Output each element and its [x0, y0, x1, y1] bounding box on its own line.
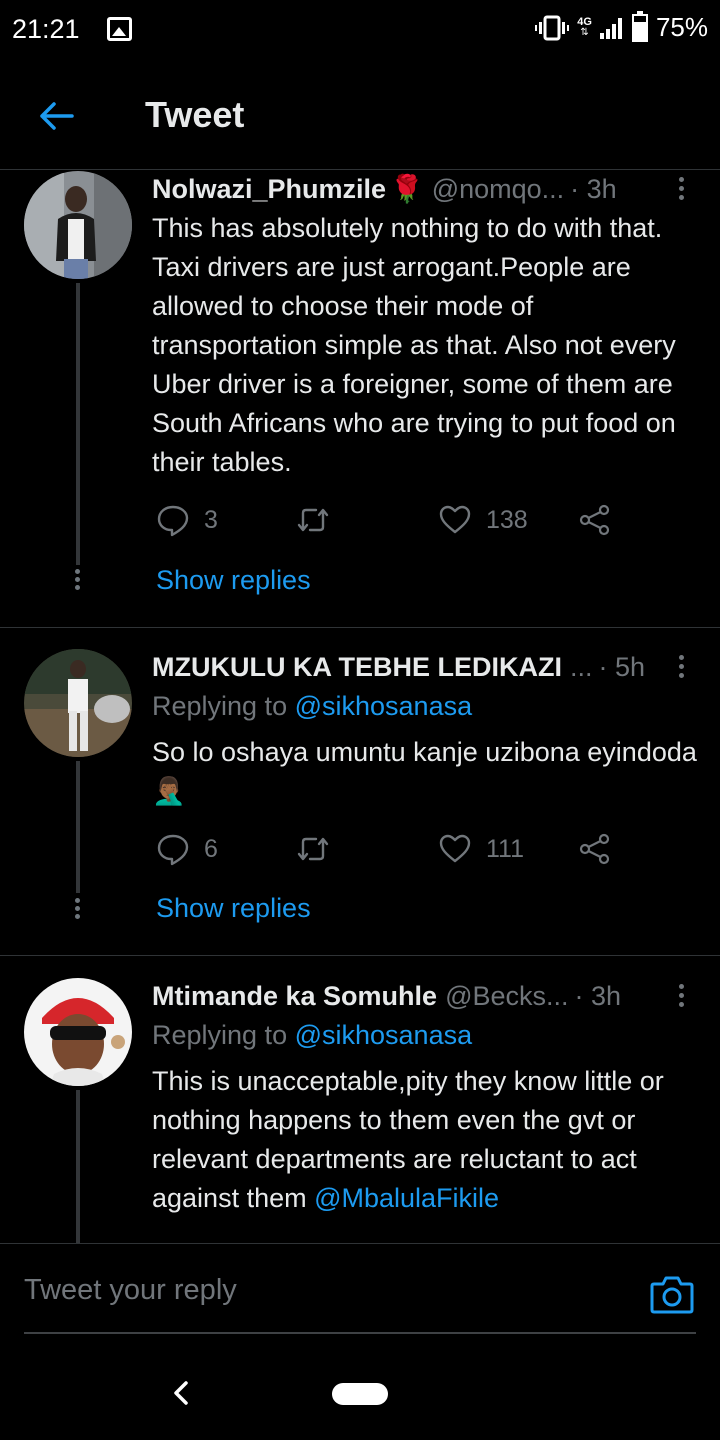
thread-dots [75, 898, 81, 920]
like-button[interactable]: 111 [438, 829, 524, 869]
reply-button[interactable]: 6 [156, 829, 218, 869]
thread-line [76, 1090, 80, 1243]
divider [0, 955, 720, 956]
battery-fill [633, 21, 646, 40]
like-count: 138 [486, 505, 528, 534]
reply-count: 3 [204, 505, 218, 534]
tweet-mention[interactable]: @MbalulaFikile [314, 1183, 499, 1213]
tweet-text: So lo oshaya umuntu kanje uzibona eyindo… [152, 733, 702, 811]
camera-button[interactable] [650, 1274, 694, 1314]
tweet-text: This has absolutely nothing to do with t… [152, 209, 702, 482]
tweet-actions: 6 111 [152, 829, 622, 869]
reply-composer: Tweet your reply [0, 1243, 720, 1353]
vibrate-icon [535, 15, 570, 40]
thread-line [76, 283, 80, 565]
page-title: Tweet [145, 94, 245, 135]
show-replies-link[interactable]: Show replies [156, 893, 311, 924]
tweet-time: · 3h [570, 173, 617, 204]
tweet-text: This is unacceptable,pity they know litt… [152, 1062, 702, 1218]
retweet-icon [297, 508, 329, 532]
more-options-icon[interactable] [666, 173, 696, 203]
reply-tweet[interactable]: MZUKULU KA TEBHE LEDIKAZI ... · 5h Reply… [0, 649, 720, 955]
divider [0, 627, 720, 628]
replying-to-label: Replying to [152, 691, 295, 721]
camera-icon [650, 1276, 694, 1314]
tweet-header: Mtimande ka Somuhle @Becks... · 3h [152, 978, 696, 1014]
status-indicators: 4G ⇅ 75% [535, 10, 708, 43]
replying-to: Replying to @sikhosanasa [152, 691, 472, 722]
heart-icon [439, 834, 471, 863]
battery-icon [631, 10, 648, 42]
tweet-time: · 5h [598, 651, 646, 682]
rose-emoji: 🌹 [390, 174, 424, 204]
retweet-button[interactable] [296, 500, 344, 540]
like-button[interactable]: 138 [438, 500, 528, 540]
replies-feed[interactable]: Nolwazi_Phumzile 🌹 @nomqo... · 3h This h… [0, 171, 720, 1243]
reply-count: 6 [204, 834, 218, 863]
back-button[interactable] [30, 90, 82, 142]
replying-to-mention[interactable]: @sikhosanasa [295, 1020, 473, 1050]
avatar[interactable] [24, 649, 132, 757]
author-handle: ... [569, 651, 593, 682]
reply-input-underline [24, 1332, 696, 1334]
tweet-text-part: So lo oshaya umuntu kanje uzibona eyindo… [152, 737, 697, 806]
nav-back-icon[interactable] [168, 1377, 194, 1409]
reply-tweet[interactable]: Nolwazi_Phumzile 🌹 @nomqo... · 3h This h… [0, 171, 720, 627]
show-replies-link[interactable]: Show replies [156, 565, 311, 596]
reply-button[interactable]: 3 [156, 500, 218, 540]
author-handle: @Becks... [445, 980, 569, 1011]
arrow-left-icon [40, 102, 74, 130]
battery-percent: 75% [655, 12, 708, 42]
status-time: 21:21 [12, 14, 80, 44]
tweet-actions: 3 138 [152, 500, 622, 540]
replying-to-label: Replying to [152, 1020, 295, 1050]
status-bar: 21:21 4G ⇅ 75% [0, 0, 720, 62]
system-nav-bar [0, 1353, 720, 1440]
author-handle: @nomqo... [431, 173, 565, 204]
tweet-header: Nolwazi_Phumzile 🌹 @nomqo... · 3h [152, 171, 696, 207]
retweet-icon [297, 837, 329, 861]
author-name[interactable]: MZUKULU KA TEBHE LEDIKAZI [152, 652, 562, 683]
share-button[interactable] [578, 500, 612, 540]
more-options-icon[interactable] [666, 980, 696, 1010]
avatar[interactable] [24, 978, 132, 1086]
author-name[interactable]: Nolwazi_Phumzile [152, 174, 386, 205]
more-options-icon[interactable] [666, 651, 696, 681]
tweet-header: MZUKULU KA TEBHE LEDIKAZI ... · 5h [152, 649, 696, 685]
avatar[interactable] [24, 171, 132, 279]
header: Tweet [0, 62, 720, 170]
like-count: 111 [486, 834, 525, 863]
reply-tweet[interactable]: Mtimande ka Somuhle @Becks... · 3h Reply… [0, 978, 720, 1243]
signal-icon [599, 17, 622, 39]
home-pill[interactable] [332, 1383, 388, 1405]
replying-to-mention[interactable]: @sikhosanasa [295, 691, 473, 721]
tweet-time: · 3h [574, 980, 622, 1011]
replying-to: Replying to @sikhosanasa [152, 1020, 472, 1051]
share-icon [579, 833, 610, 865]
heart-icon [439, 505, 471, 534]
share-icon [579, 504, 610, 536]
network-type: 4G ⇅ [577, 16, 592, 38]
reply-input[interactable]: Tweet your reply [24, 1274, 624, 1307]
tweet-text-part: This has absolutely nothing to do with t… [152, 213, 676, 477]
thread-line [76, 761, 80, 893]
share-button[interactable] [578, 829, 612, 869]
author-name[interactable]: Mtimande ka Somuhle [152, 981, 437, 1012]
comment-icon [157, 505, 189, 537]
thread-dots [75, 569, 81, 591]
image-notification-icon [107, 17, 132, 41]
comment-icon [157, 834, 189, 866]
retweet-button[interactable] [296, 829, 344, 869]
